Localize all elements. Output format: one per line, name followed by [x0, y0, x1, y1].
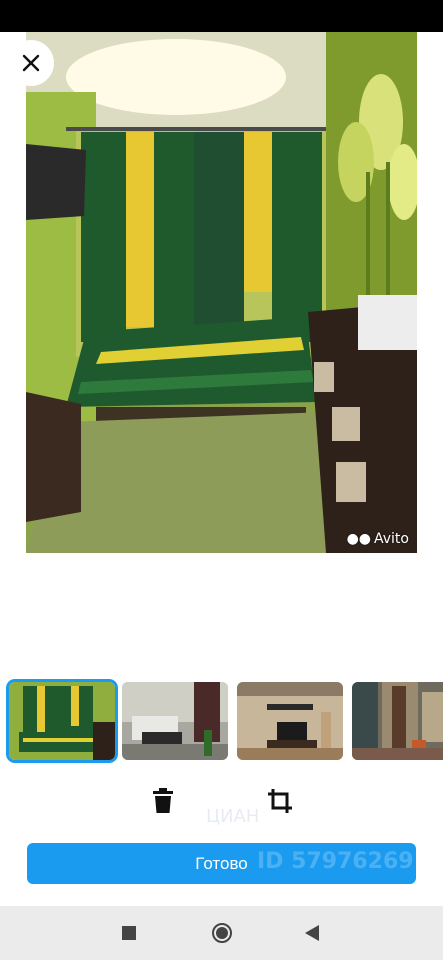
close-icon — [22, 54, 40, 72]
system-nav-bar — [0, 906, 443, 960]
status-bar — [0, 0, 443, 32]
cian-watermark: ЦИАН — [206, 806, 260, 827]
thumbnail-bedroom[interactable] — [9, 682, 115, 760]
listing-id-watermark: ID 57976269 — [257, 849, 414, 874]
recent-apps-button[interactable] — [104, 906, 154, 960]
thumbnail-hallway[interactable] — [352, 682, 443, 760]
avito-logo-icon: ●● — [346, 531, 371, 547]
crop-button[interactable] — [265, 786, 295, 816]
trash-icon — [153, 788, 173, 813]
thumbnail-strip — [0, 680, 443, 764]
triangle-back-icon — [305, 925, 319, 941]
close-button[interactable] — [8, 40, 54, 86]
avito-watermark: ●● Avito — [346, 531, 409, 547]
main-photo: ●● Avito — [26, 32, 417, 553]
thumbnail-living-room[interactable] — [122, 682, 228, 760]
done-button[interactable]: Готово ID 57976269 — [27, 843, 416, 884]
crop-icon — [268, 789, 292, 813]
done-button-label: Готово — [195, 853, 248, 873]
home-button[interactable] — [197, 906, 247, 960]
square-icon — [122, 926, 136, 940]
circle-icon — [212, 923, 232, 943]
thumbnail-tv-room[interactable] — [237, 682, 343, 760]
delete-button[interactable] — [148, 786, 178, 816]
back-button[interactable] — [287, 906, 337, 960]
